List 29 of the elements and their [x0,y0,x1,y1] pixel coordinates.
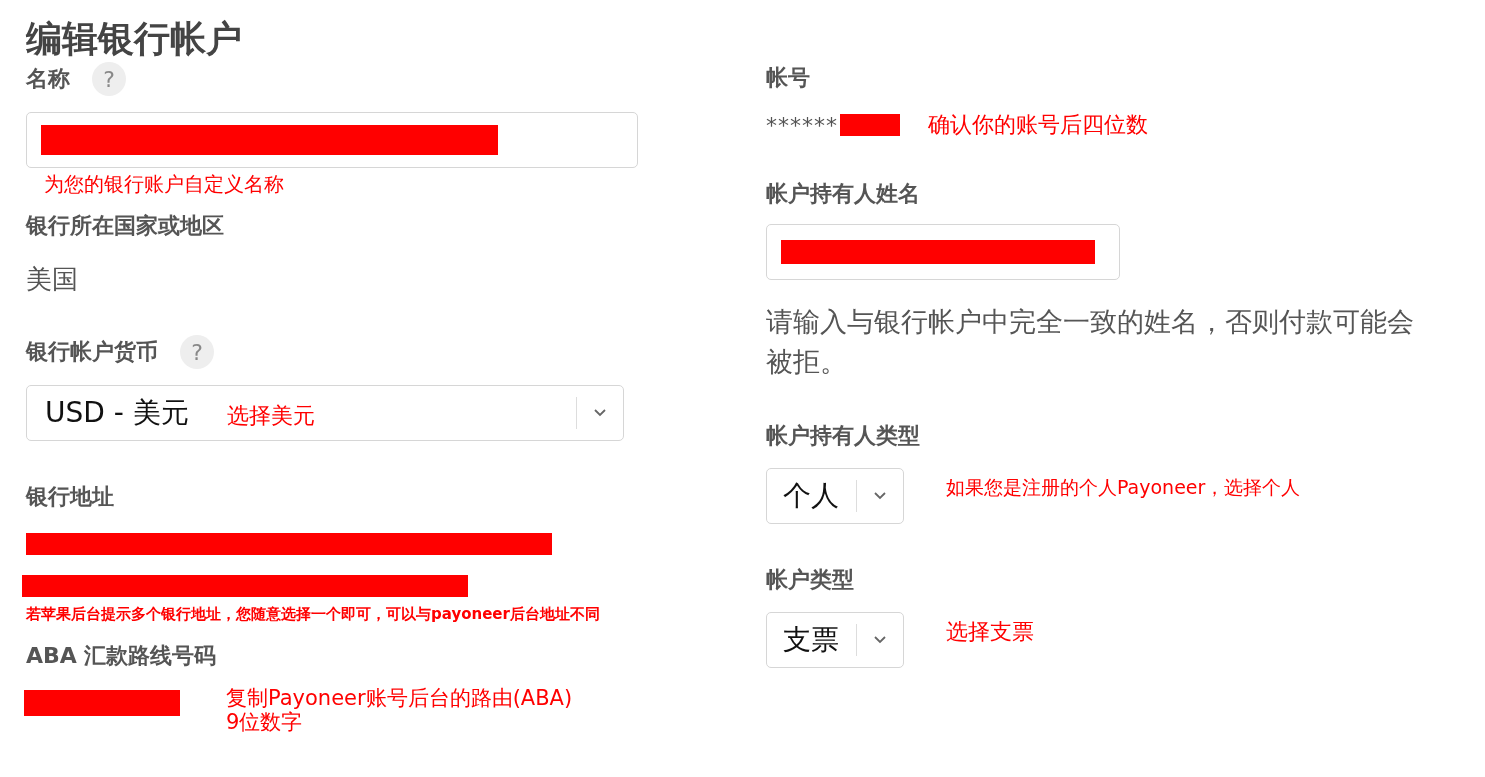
field-label: 帐户持有人类型 [766,422,920,450]
dropdown[interactable]: 支票 [766,612,904,668]
annotation-note: 选择美元 [226,402,315,430]
text-input[interactable] [26,112,638,168]
field-label: 名称 [26,65,70,93]
masked-number: ****** [766,112,838,138]
field-label: 银行所在国家或地区 [26,212,224,240]
redaction-bar [840,114,900,136]
annotation-note: 确认你的账号后四位数 [928,111,1148,139]
annotation-note: 选择支票 [946,618,1034,646]
field-label: ABA 汇款路线号码 [26,642,217,670]
field-value: 美国 [26,263,79,296]
field-label: 帐户类型 [766,566,854,594]
dropdown[interactable]: 个人 [766,468,904,524]
annotation-note: 为您的银行账户自定义名称 [44,171,285,198]
field-label: 帐户持有人姓名 [766,180,920,208]
page-title: 编辑银行帐户 [26,17,243,61]
dropdown[interactable]: USD - 美元 选择美元 [26,385,624,441]
field-label: 帐号 [766,64,810,92]
annotation-note: 如果您是注册的个人Payoneer，选择个人 [946,475,1301,500]
field-label: 银行帐户货币 [26,338,158,366]
help-text: 请输入与银行帐户中完全一致的姓名，否则付款可能会被拒。 [766,305,1415,379]
text-input[interactable] [766,224,1120,280]
annotation-note: 复制Payoneer账号后台的路由(ABA) 9位数字 [226,686,573,734]
chevron-down-icon [593,408,607,418]
field-label: 银行地址 [26,483,114,511]
chevron-down-icon [873,491,887,501]
chevron-down-icon [873,635,887,645]
annotation-note: 若苹果后台提示多个银行地址，您随意选择一个即可，可以与payoneer后台地址不同 [26,605,601,624]
